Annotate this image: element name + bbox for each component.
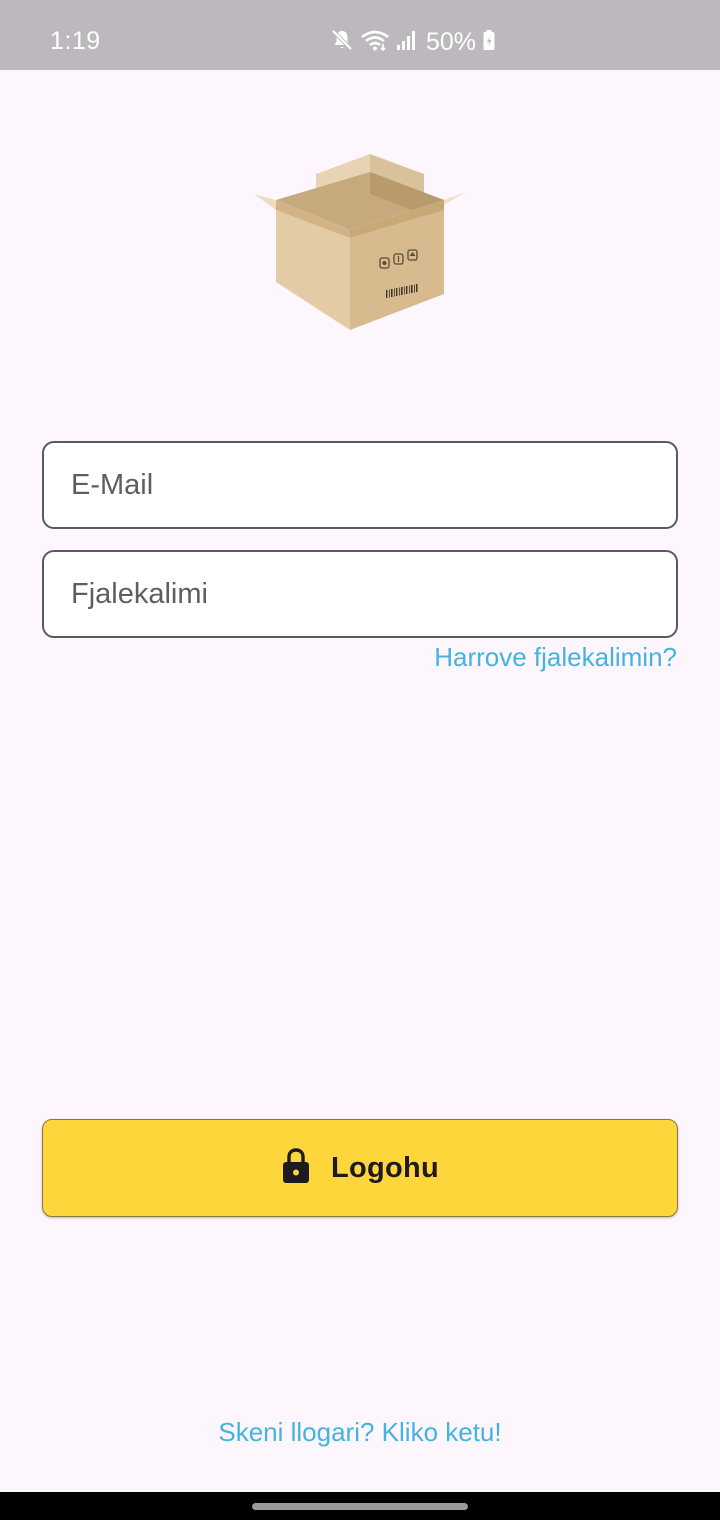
battery-percent: 50% (426, 28, 477, 56)
signal-icon (396, 28, 418, 57)
signup-link[interactable]: Skeni llogari? Kliko ketu! (0, 1416, 720, 1448)
email-input[interactable] (44, 443, 676, 527)
password-field[interactable] (42, 550, 678, 638)
status-time: 1:19 (50, 27, 101, 55)
mute-icon (330, 28, 354, 57)
forgot-password-link[interactable]: Harrove fjalekalimin? (434, 641, 677, 673)
status-bar: 1:19 50% (0, 0, 720, 70)
navigation-bar (0, 1492, 720, 1520)
battery-icon (482, 28, 496, 57)
login-button-label: Logohu (330, 1151, 440, 1184)
status-icons: 50% (330, 26, 496, 58)
lock-icon (281, 1147, 311, 1190)
home-gesture-handle[interactable] (252, 1503, 468, 1510)
cardboard-box-icon (250, 150, 470, 335)
password-input[interactable] (44, 552, 676, 636)
login-button[interactable]: Logohu (42, 1119, 678, 1217)
wifi-icon (360, 28, 390, 57)
email-field[interactable] (42, 441, 678, 529)
